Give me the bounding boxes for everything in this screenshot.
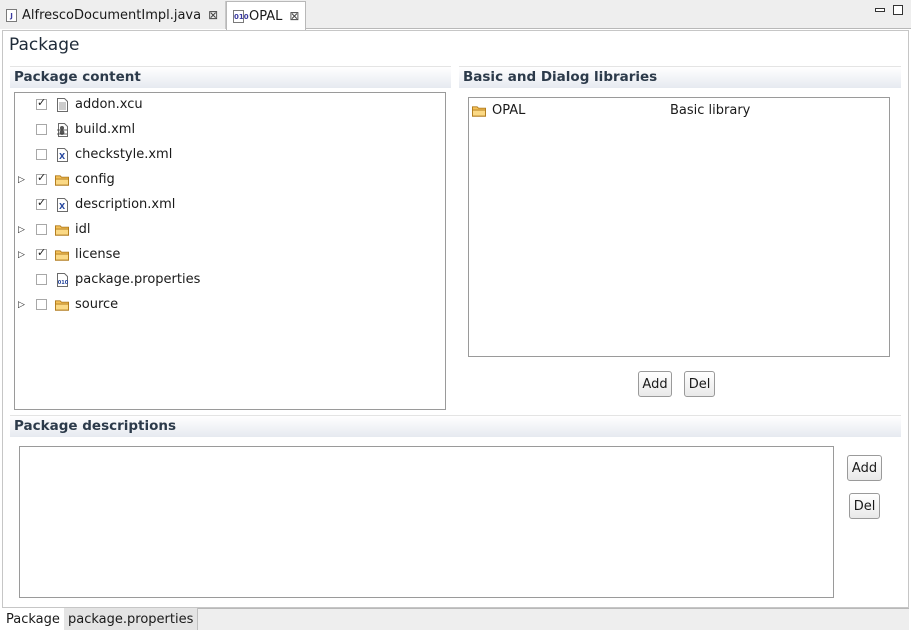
libraries-list[interactable] xyxy=(468,97,890,357)
expand-arrow-icon[interactable]: ▷ xyxy=(18,300,28,310)
tree-item-label: idl xyxy=(75,222,91,237)
package-content-heading: Package content xyxy=(10,66,451,88)
tree-item[interactable]: ▷Xcheckstyle.xml xyxy=(18,142,438,167)
ant-file-icon xyxy=(55,122,69,137)
add-description-button[interactable]: Add xyxy=(847,455,882,481)
library-name: OPAL xyxy=(492,103,526,118)
minimize-button[interactable] xyxy=(875,8,885,12)
java-file-icon: J xyxy=(6,8,17,22)
tree-item[interactable]: ▷addon.xcu xyxy=(18,92,438,117)
xml-file-icon: X xyxy=(55,147,69,162)
tab-package-properties[interactable]: package.properties xyxy=(64,608,199,630)
close-icon[interactable]: ⊠ xyxy=(208,8,218,22)
tab-package[interactable]: Package xyxy=(2,608,65,630)
library-row[interactable]: OPAL Basic library xyxy=(472,98,872,123)
tree-item[interactable]: ▷ idl xyxy=(18,217,438,242)
editor-tab-opal[interactable]: 010 OPAL ⊠ xyxy=(226,1,306,30)
libraries-heading: Basic and Dialog libraries xyxy=(459,66,901,88)
item-checkbox[interactable] xyxy=(36,196,47,210)
xml-file-icon: X xyxy=(55,197,69,212)
properties-file-icon: 010 xyxy=(55,272,69,287)
page-title: Package xyxy=(9,35,80,55)
add-library-button[interactable]: Add xyxy=(638,371,672,397)
tree-item[interactable]: ▷Xdescription.xml xyxy=(18,192,438,217)
svg-text:X: X xyxy=(59,202,66,211)
item-checkbox[interactable] xyxy=(36,299,47,310)
delete-description-button[interactable]: Del xyxy=(849,493,880,519)
item-checkbox[interactable] xyxy=(36,224,47,235)
delete-library-button[interactable]: Del xyxy=(684,371,715,397)
tree-item[interactable]: ▷ config xyxy=(18,167,438,192)
expand-arrow-icon[interactable]: ▷ xyxy=(18,250,28,260)
item-checkbox[interactable] xyxy=(36,171,47,185)
item-checkbox[interactable] xyxy=(36,96,47,110)
tree-item[interactable]: ▷build.xml xyxy=(18,117,438,142)
library-type: Basic library xyxy=(670,103,751,118)
item-checkbox[interactable] xyxy=(36,149,47,160)
properties-file-icon: 010 xyxy=(233,9,249,23)
item-checkbox[interactable] xyxy=(36,124,47,135)
tree-item-label: description.xml xyxy=(75,197,176,212)
folder-icon xyxy=(55,248,69,262)
document-icon xyxy=(55,97,69,112)
svg-text:X: X xyxy=(59,152,66,161)
expand-arrow-icon[interactable]: ▷ xyxy=(18,225,28,235)
maximize-button[interactable] xyxy=(893,5,903,15)
tree-item[interactable]: ▷ source xyxy=(18,292,438,317)
descriptions-list[interactable] xyxy=(19,446,834,598)
tree-item-label: config xyxy=(75,172,115,187)
folder-icon xyxy=(55,173,69,187)
tree-item[interactable]: ▷010package.properties xyxy=(18,267,438,292)
tree-item-label: checkstyle.xml xyxy=(75,147,173,162)
tree-item-label: package.properties xyxy=(75,272,201,287)
editor-tab-label: OPAL xyxy=(249,8,283,24)
svg-text:010: 010 xyxy=(57,280,67,286)
tree-item-label: license xyxy=(75,247,121,262)
editor-tab-java[interactable]: J AlfrescoDocumentImpl.java ⊠ xyxy=(0,1,226,29)
descriptions-heading: Package descriptions xyxy=(10,415,901,437)
folder-icon xyxy=(472,104,486,118)
tree-item[interactable]: ▷ license xyxy=(18,242,438,267)
item-checkbox[interactable] xyxy=(36,274,47,285)
folder-icon xyxy=(55,298,69,312)
tree-item-label: addon.xcu xyxy=(75,97,143,112)
editor-tab-label: AlfrescoDocumentImpl.java xyxy=(22,7,202,23)
tree-item-label: source xyxy=(75,297,119,312)
close-icon[interactable]: ⊠ xyxy=(289,9,299,23)
tree-item-label: build.xml xyxy=(75,122,136,137)
expand-arrow-icon[interactable]: ▷ xyxy=(18,175,28,185)
item-checkbox[interactable] xyxy=(36,246,47,260)
folder-icon xyxy=(55,223,69,237)
